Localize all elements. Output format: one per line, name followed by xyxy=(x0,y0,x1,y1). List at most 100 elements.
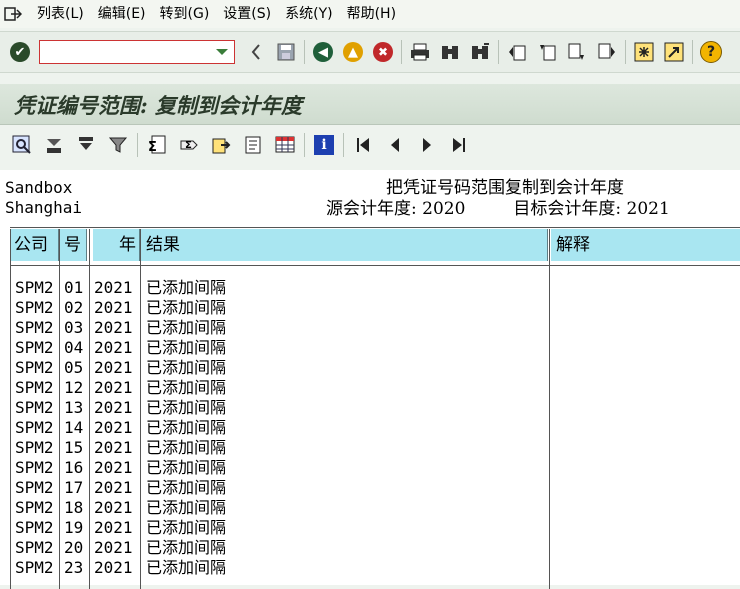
target-fiscal-year: 目标会计年度: 2021 xyxy=(513,199,670,219)
number-cell: 23 xyxy=(64,558,84,577)
company-cell: SPM2 xyxy=(15,538,54,557)
table-row[interactable]: SPM2 05 2021 已添加间隔 xyxy=(10,358,740,378)
application-toolbar: Σ Σ i xyxy=(0,128,740,162)
table-row[interactable]: SPM2 23 2021 已添加间隔 xyxy=(10,558,740,578)
source-fiscal-year: 源会计年度: 2020 xyxy=(326,199,466,219)
company-cell: SPM2 xyxy=(15,498,54,517)
table-row[interactable]: SPM2 19 2021 已添加间隔 xyxy=(10,518,740,538)
report-area: Sandbox Shanghai 把凭证号码范围复制到会计年度 源会计年度: 2… xyxy=(0,170,740,589)
shortcut-icon[interactable] xyxy=(662,40,686,64)
help-icon[interactable]: ? xyxy=(699,40,723,64)
column-header-number[interactable]: 号 xyxy=(60,229,87,261)
toolbar-separator xyxy=(401,40,402,64)
company-cell: SPM2 xyxy=(15,298,54,317)
menu-edit[interactable]: 编辑(E) xyxy=(91,1,153,27)
zoom-detail-icon[interactable] xyxy=(10,133,34,157)
table-body: SPM2 01 2021 已添加间隔 SPM2 02 2021 已添加间隔 SPM2 03 2021… xyxy=(10,278,740,578)
year-cell: 2021 xyxy=(94,498,133,517)
print-icon[interactable] xyxy=(408,40,432,64)
sort-ascending-icon[interactable] xyxy=(42,133,66,157)
number-cell: 14 xyxy=(64,418,84,437)
first-page-icon[interactable] xyxy=(505,40,529,64)
year-cell: 2021 xyxy=(94,518,133,537)
next-page-nav-icon[interactable] xyxy=(415,133,439,157)
previous-page-nav-icon[interactable] xyxy=(383,133,407,157)
table-row[interactable]: SPM2 01 2021 已添加间隔 xyxy=(10,278,740,298)
save-icon[interactable] xyxy=(274,40,298,64)
enter-check-icon[interactable]: ✔ xyxy=(8,40,32,64)
column-header-year[interactable]: 年 xyxy=(93,229,140,261)
exit-icon[interactable] xyxy=(2,4,24,24)
table-row[interactable]: SPM2 15 2021 已添加间隔 xyxy=(10,438,740,458)
company-cell: SPM2 xyxy=(15,318,54,337)
layout-grid-icon[interactable] xyxy=(273,133,297,157)
client-location: Shanghai xyxy=(5,198,83,217)
result-cell: 已添加间隔 xyxy=(146,518,227,537)
number-cell: 19 xyxy=(64,518,84,537)
table-row[interactable]: SPM2 04 2021 已添加间隔 xyxy=(10,338,740,358)
table-row[interactable]: SPM2 14 2021 已添加间隔 xyxy=(10,418,740,438)
sum-icon[interactable]: Σ xyxy=(145,133,169,157)
company-cell: SPM2 xyxy=(15,358,54,377)
column-header-company[interactable]: 公司 xyxy=(10,229,59,261)
back-icon[interactable]: ◀ xyxy=(311,40,335,64)
menu-settings[interactable]: 设置(S) xyxy=(216,1,278,27)
fiscal-year-info: 源会计年度: 2020 目标会计年度: 2021 xyxy=(326,199,670,219)
result-cell: 已添加间隔 xyxy=(146,438,227,457)
command-input[interactable] xyxy=(40,41,214,61)
standard-toolbar: ✔ ◀ ▲ ✖ ? xyxy=(0,31,740,73)
last-page-icon[interactable] xyxy=(595,40,619,64)
command-field[interactable] xyxy=(39,40,235,64)
last-page-nav-icon[interactable] xyxy=(447,133,471,157)
number-cell: 03 xyxy=(64,318,84,337)
toolbar-separator xyxy=(343,133,344,157)
result-cell: 已添加间隔 xyxy=(146,558,227,577)
client-name: Sandbox xyxy=(5,178,73,197)
menu-goto[interactable]: 转到(G) xyxy=(153,1,217,27)
previous-page-icon[interactable] xyxy=(535,40,559,64)
table-row[interactable]: SPM2 17 2021 已添加间隔 xyxy=(10,478,740,498)
info-icon[interactable]: i xyxy=(312,133,336,157)
table-row[interactable]: SPM2 18 2021 已添加间隔 xyxy=(10,498,740,518)
table-row[interactable]: SPM2 13 2021 已添加间隔 xyxy=(10,398,740,418)
menu-help[interactable]: 帮助(H) xyxy=(340,1,403,27)
year-cell: 2021 xyxy=(94,478,133,497)
print-preview-icon[interactable] xyxy=(241,133,265,157)
exit-up-icon[interactable]: ▲ xyxy=(341,40,365,64)
year-cell: 2021 xyxy=(94,398,133,417)
new-session-icon[interactable] xyxy=(632,40,656,64)
number-cell: 13 xyxy=(64,398,84,417)
result-cell: 已添加间隔 xyxy=(146,418,227,437)
year-cell: 2021 xyxy=(94,338,133,357)
chevron-down-icon[interactable] xyxy=(216,49,228,55)
menu-list[interactable]: 列表(L) xyxy=(30,1,91,27)
result-cell: 已添加间隔 xyxy=(146,398,227,417)
year-cell: 2021 xyxy=(94,378,133,397)
sort-descending-icon[interactable] xyxy=(74,133,98,157)
next-page-icon[interactable] xyxy=(565,40,589,64)
collapse-left-icon[interactable] xyxy=(244,40,268,64)
result-cell: 已添加间隔 xyxy=(146,278,227,297)
report-heading: 把凭证号码范围复制到会计年度 xyxy=(386,178,624,198)
find-next-icon[interactable] xyxy=(468,40,492,64)
column-header-explanation[interactable]: 解释 xyxy=(551,229,740,261)
table-row[interactable]: SPM2 20 2021 已添加间隔 xyxy=(10,538,740,558)
table-border-top xyxy=(10,227,740,228)
table-row[interactable]: SPM2 12 2021 已添加间隔 xyxy=(10,378,740,398)
filter-icon[interactable] xyxy=(106,133,130,157)
number-cell: 18 xyxy=(64,498,84,517)
menu-system[interactable]: 系统(Y) xyxy=(278,1,339,27)
table-row[interactable]: SPM2 03 2021 已添加间隔 xyxy=(10,318,740,338)
cancel-icon[interactable]: ✖ xyxy=(371,40,395,64)
export-icon[interactable] xyxy=(209,133,233,157)
find-icon[interactable] xyxy=(438,40,462,64)
result-cell: 已添加间隔 xyxy=(146,298,227,317)
subtotal-icon[interactable]: Σ xyxy=(177,133,201,157)
column-header-result[interactable]: 结果 xyxy=(141,229,548,261)
number-cell: 05 xyxy=(64,358,84,377)
svg-text:Σ: Σ xyxy=(148,140,157,155)
first-page-nav-icon[interactable] xyxy=(351,133,375,157)
company-cell: SPM2 xyxy=(15,398,54,417)
table-row[interactable]: SPM2 16 2021 已添加间隔 xyxy=(10,458,740,478)
table-row[interactable]: SPM2 02 2021 已添加间隔 xyxy=(10,298,740,318)
